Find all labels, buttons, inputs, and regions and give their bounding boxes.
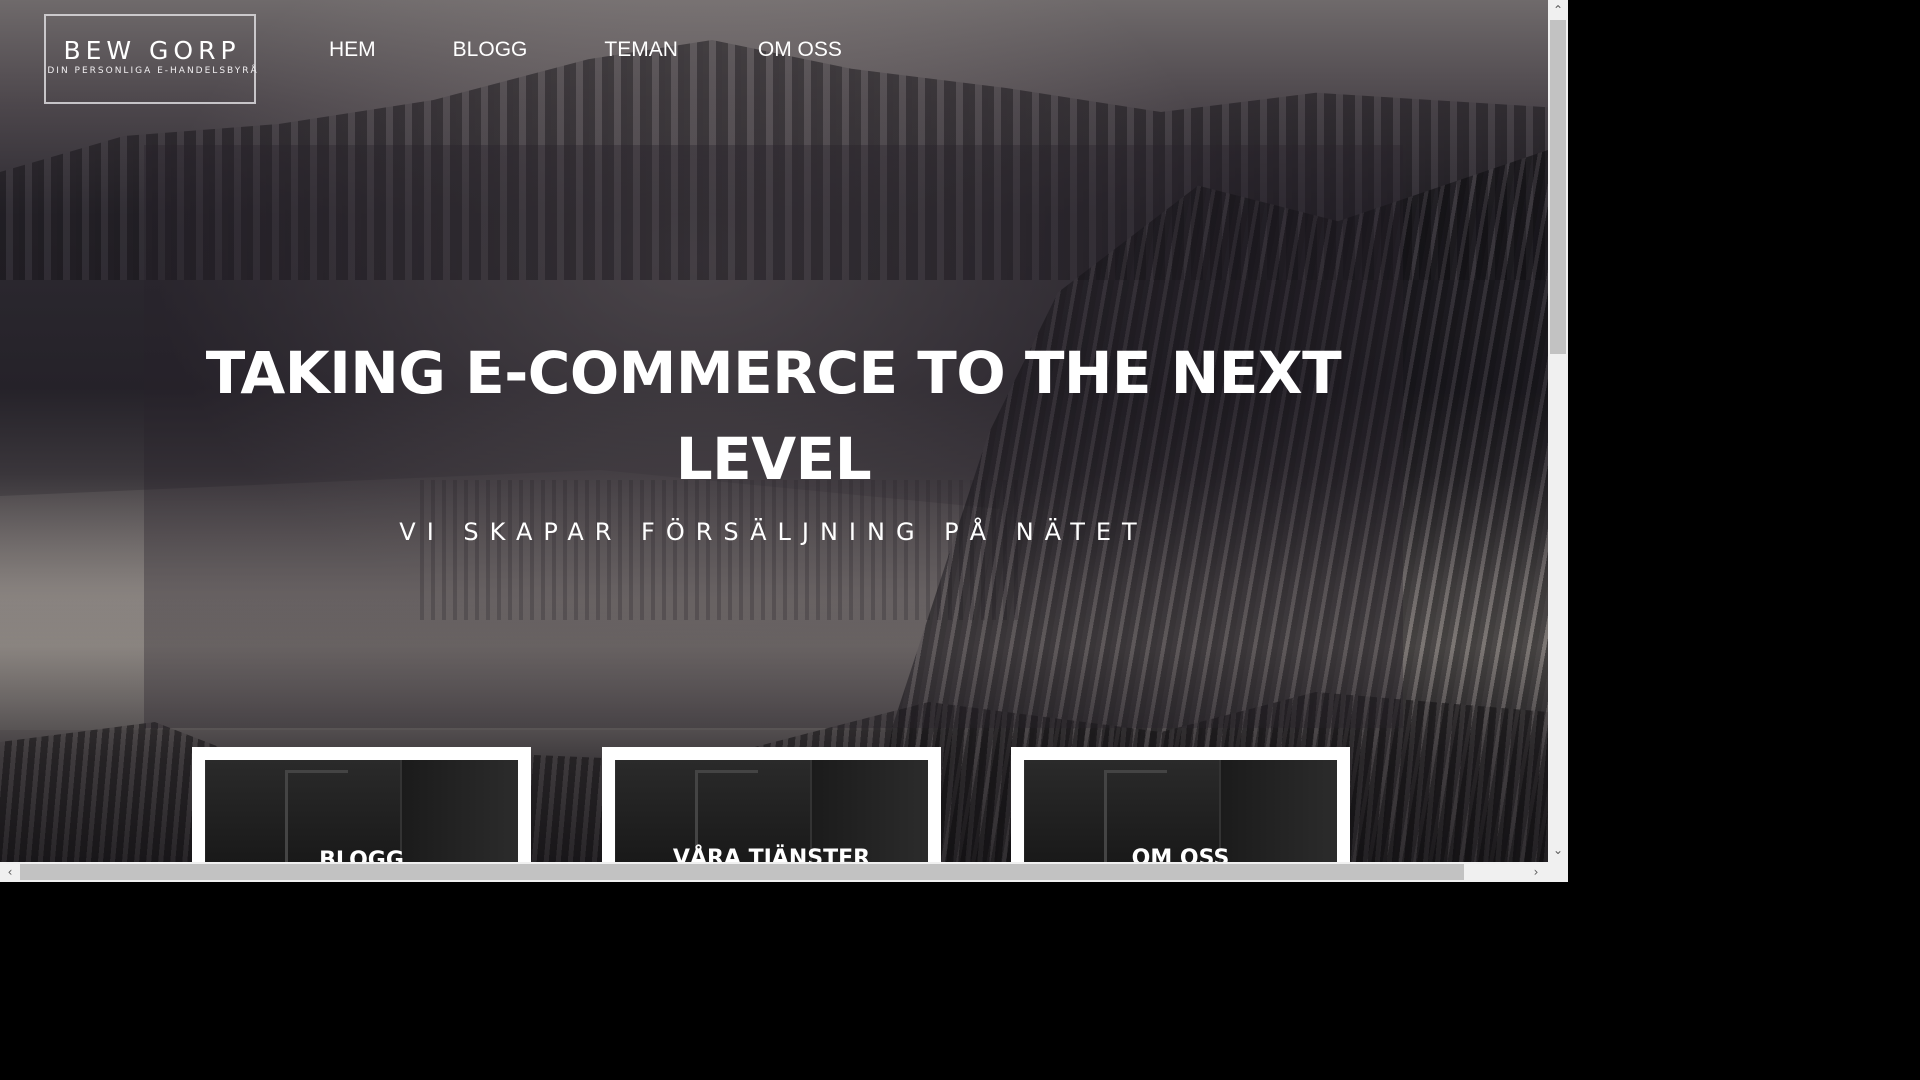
scroll-up-icon[interactable]: ⌃ (1550, 2, 1566, 18)
horizontal-scrollbar[interactable]: ‹ › (0, 862, 1548, 882)
site-logo[interactable]: BEW GORP (44, 14, 256, 104)
page-viewport: BEW GORP DIN PERSONLIGA E-HANDELSBYRÅ HE… (0, 0, 1548, 862)
scroll-right-icon[interactable]: › (1528, 864, 1544, 880)
card-image: OM OSS (1024, 760, 1337, 862)
hero-title: TAKING E-COMMERCE TO THE NEXT LEVEL (144, 330, 1403, 502)
nav-item-hem[interactable]: HEM (329, 38, 376, 62)
card-image: BLOGG (205, 760, 518, 862)
logo-tagline-text: DIN PERSONLIGA E-HANDELSBYRÅ (47, 66, 259, 76)
card-blogg[interactable]: BLOGG (192, 747, 531, 862)
vertical-scrollbar[interactable]: ⌃ ⌄ (1548, 0, 1568, 862)
logo-tagline: DIN PERSONLIGA E-HANDELSBYRÅ (28, 66, 278, 76)
nav-item-om-oss[interactable]: OM OSS (758, 38, 842, 62)
vertical-scroll-thumb[interactable] (1550, 20, 1566, 354)
card-om-oss[interactable]: OM OSS (1011, 747, 1350, 862)
scrollbar-corner (1548, 862, 1568, 882)
nav-item-blogg[interactable]: BLOGG (453, 38, 528, 62)
scroll-left-icon[interactable]: ‹ (2, 864, 18, 880)
hero-subtitle: VI SKAPAR FÖRSÄLJNING PÅ NÄTET (399, 518, 1148, 546)
logo-title: BEW GORP (63, 36, 241, 65)
main-nav: HEM BLOGG TEMAN OM OSS (329, 38, 842, 62)
horizontal-scroll-thumb[interactable] (20, 864, 1464, 880)
card-image: VÅRA TJÄNSTER (615, 760, 928, 862)
hero-title-text: TAKING E-COMMERCE TO THE NEXT LEVEL (205, 339, 1342, 493)
scroll-down-icon[interactable]: ⌄ (1550, 842, 1566, 858)
nav-item-teman[interactable]: TEMAN (604, 38, 678, 62)
card-label: OM OSS (1131, 846, 1230, 862)
card-vara-tjanster[interactable]: VÅRA TJÄNSTER (602, 747, 941, 862)
card-label: BLOGG (319, 848, 404, 862)
card-label: VÅRA TJÄNSTER (672, 846, 871, 862)
